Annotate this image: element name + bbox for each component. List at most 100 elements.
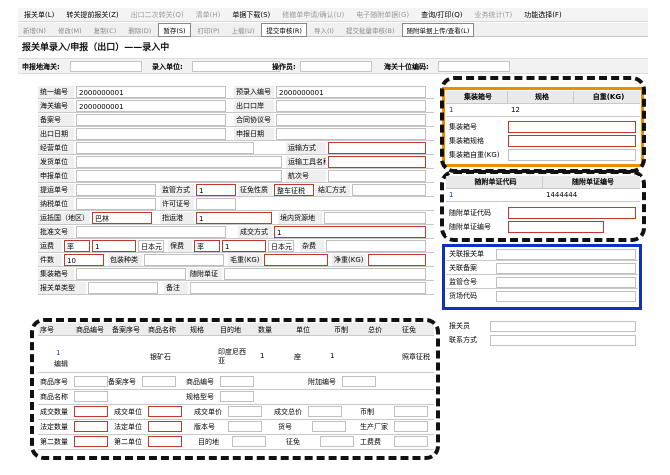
remark-field[interactable]: [190, 282, 426, 294]
approval-field[interactable]: [76, 226, 226, 238]
bill-field[interactable]: [76, 184, 156, 196]
attach-col-code: 随附单证代码: [446, 176, 543, 189]
freight-currency-field[interactable]: 日本元: [138, 240, 164, 252]
menu-item-3[interactable]: 清单(H): [190, 10, 227, 20]
toolbar-button-5[interactable]: 打印(P): [193, 23, 225, 37]
container-label: 集装箱号: [38, 268, 74, 280]
declare-date-field[interactable]: [276, 128, 426, 140]
misc-field[interactable]: [326, 240, 426, 252]
related-declaration-input[interactable]: [496, 249, 636, 260]
attach-code-input[interactable]: [508, 207, 636, 219]
port-field[interactable]: [276, 100, 426, 112]
source-label: 境内货源地: [278, 212, 322, 224]
toolbar-button-6[interactable]: 上载(U): [227, 23, 260, 37]
attach-field[interactable]: [224, 268, 426, 280]
yard-code-input[interactable]: [496, 291, 636, 302]
port-dest-field[interactable]: 1: [196, 212, 272, 224]
menu-item-6[interactable]: 电子随附单据(G): [350, 10, 415, 20]
export-date-label: 出口日期: [38, 128, 74, 140]
toolbar: 新增(N) 修改(M) 复制(C) 删除(D) 暂存(S) 打印(P) 上载(U) 提交审核(…: [18, 22, 648, 37]
declarant-field[interactable]: [76, 170, 282, 182]
customs-no-field[interactable]: 2000000001: [76, 100, 226, 112]
voyage-field[interactable]: [328, 170, 426, 182]
related-record-input[interactable]: [496, 263, 636, 274]
operator-input[interactable]: [300, 61, 372, 72]
container-panel-highlight: [440, 76, 646, 173]
toolbar-button-8[interactable]: 导入(I): [309, 23, 339, 37]
taxpayer-field[interactable]: [76, 198, 156, 210]
contact-input[interactable]: [490, 335, 636, 346]
contact-label: 联系方式: [449, 336, 477, 344]
unified-no-field[interactable]: 2000000001: [76, 86, 226, 98]
attach-panel: 随附单证代码 随附单证编号 1 1444444 随附单证代码 随附单证编号: [446, 176, 640, 236]
source-field[interactable]: [324, 212, 426, 224]
menu-item-5[interactable]: 修撤单申请/确认(U): [276, 10, 350, 20]
entry-unit-input[interactable]: [192, 61, 280, 72]
contract-field[interactable]: [276, 114, 426, 126]
operator-unit-field[interactable]: [76, 142, 254, 154]
customs-code-input[interactable]: [438, 61, 510, 72]
export-date-field[interactable]: [76, 128, 226, 140]
doc-type-field[interactable]: [88, 282, 158, 294]
insure-type-field[interactable]: 率: [194, 240, 220, 252]
insure-value-field[interactable]: 1: [222, 240, 266, 252]
record-label: 备案号: [38, 114, 74, 126]
declarer-input[interactable]: [490, 321, 636, 332]
menu-item-8[interactable]: 业务统计(T): [468, 10, 518, 20]
customs-code-label: 海关十位编码:: [384, 63, 429, 71]
toolbar-button-7[interactable]: 提交审核(R): [261, 22, 307, 37]
attach-row-code[interactable]: 1: [446, 189, 543, 202]
attach-no-input[interactable]: [508, 221, 604, 233]
supervision-field[interactable]: 1: [196, 184, 236, 196]
attach-row-no[interactable]: 1444444: [543, 189, 640, 202]
bonded-warehouse-input[interactable]: [496, 277, 636, 288]
record-field[interactable]: [76, 114, 226, 126]
menu-item-9[interactable]: 功能选择(F): [518, 10, 568, 20]
freight-type-field[interactable]: 率: [64, 240, 90, 252]
pre-entry-field[interactable]: 2000000001: [276, 86, 426, 98]
menu-bar: 报关单(L) 转关提前报关(Z) 出口二次转关(Q) 清单(H) 单据下载(S) 修撤单申…: [18, 8, 648, 22]
tax-label: 征免性质: [238, 184, 272, 196]
menu-item-7[interactable]: 查询/打印(Q): [415, 10, 468, 20]
toolbar-button-10[interactable]: 随附单据上传/查看(L): [401, 22, 475, 37]
misc-label: 杂费: [300, 240, 324, 252]
declare-place-label: 申报地海关:: [22, 63, 60, 71]
toolbar-button-2[interactable]: 复制(C): [89, 23, 122, 37]
declare-date-label: 申报日期: [234, 128, 274, 140]
header-strip: 申报地海关: 录入单位: 操作员: 海关十位编码:: [18, 58, 648, 74]
toolbar-button-9[interactable]: 提交批量审核(B): [341, 23, 400, 37]
tax-field[interactable]: 整车征税: [274, 184, 314, 196]
declare-place-input[interactable]: [70, 61, 142, 72]
insure-currency-field[interactable]: 日本元: [268, 240, 294, 252]
net-label: 净重(KG): [332, 254, 366, 266]
menu-item-2[interactable]: 出口二次转关(Q): [125, 10, 190, 20]
toolbar-button-4[interactable]: 暂存(S): [158, 22, 191, 37]
deal-field[interactable]: 1: [274, 226, 426, 238]
license-field[interactable]: [196, 198, 236, 210]
menu-item-1[interactable]: 转关提前报关(Z): [60, 10, 124, 20]
menu-item-4[interactable]: 单据下载(S): [226, 10, 276, 20]
vehicle-field[interactable]: [328, 156, 426, 168]
container-field[interactable]: [76, 268, 186, 280]
menu-item-0[interactable]: 报关单(L): [18, 10, 60, 20]
sender-field[interactable]: [76, 156, 282, 168]
toolbar-button-3[interactable]: 删除(D): [123, 23, 156, 37]
attach-no-label: 随附单证编号: [449, 223, 491, 231]
country-field[interactable]: 巴林: [92, 212, 152, 224]
toolbar-button-0[interactable]: 新增(N): [18, 23, 51, 37]
attach-col-no: 随附单证编号: [543, 176, 640, 189]
transport-field[interactable]: [328, 142, 426, 154]
taxpayer-label: 纳税单位: [38, 198, 74, 210]
package-field[interactable]: [144, 254, 224, 266]
voyage-label: 航次号: [286, 170, 326, 182]
net-field[interactable]: [368, 254, 426, 266]
freight-value-field[interactable]: 1: [92, 240, 136, 252]
settlement-field[interactable]: [352, 184, 426, 196]
pieces-field[interactable]: 10: [64, 254, 104, 266]
approval-label: 批准文号: [38, 226, 74, 238]
entry-unit-label: 录入单位:: [152, 63, 183, 71]
gross-field[interactable]: [264, 254, 328, 266]
operator-unit-label: 经营单位: [38, 142, 74, 154]
declarant-label: 申报单位: [38, 170, 74, 182]
toolbar-button-1[interactable]: 修改(M): [53, 23, 87, 37]
